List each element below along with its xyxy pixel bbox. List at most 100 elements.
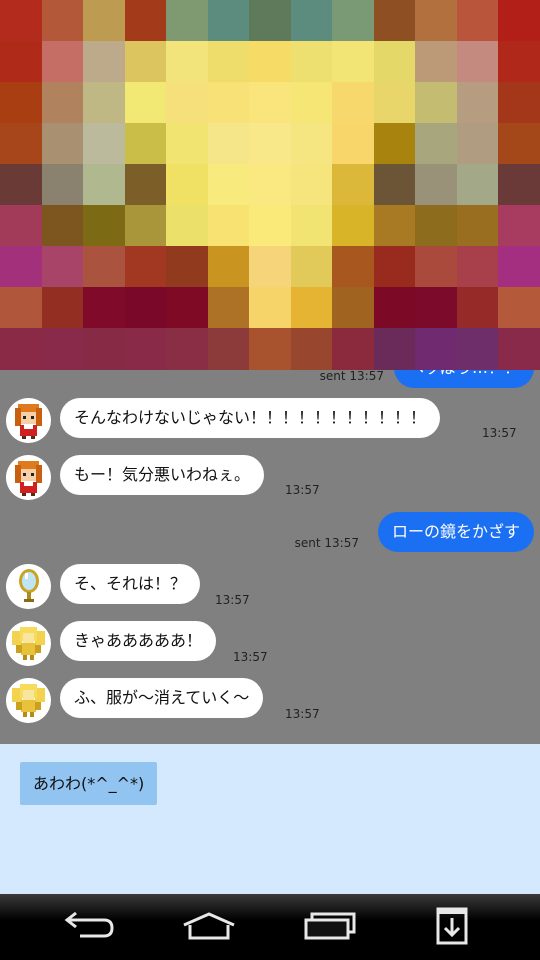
mosaic-tile	[456, 205, 499, 247]
mosaic-tile	[456, 328, 499, 370]
mosaic-tile	[373, 82, 416, 124]
mosaic-tile	[41, 205, 84, 247]
mosaic-tile	[41, 41, 84, 83]
mosaic-tile	[456, 123, 499, 165]
girl-avatar-icon[interactable]	[6, 398, 51, 443]
mosaic-tile	[290, 205, 333, 247]
sent-timestamp: sent 13:57	[319, 369, 384, 383]
home-button[interactable]	[179, 906, 239, 946]
sent-timestamp: sent 13:57	[294, 536, 359, 550]
message-timestamp: 13:57	[482, 426, 517, 440]
download-icon	[436, 907, 468, 945]
mosaic-tile	[249, 287, 292, 329]
message-bubble-out[interactable]: ローの鏡をかざす	[377, 512, 534, 552]
mosaic-tile	[332, 246, 375, 288]
mosaic-tile	[498, 287, 540, 329]
message-bubble-in[interactable]: そんなわけないじゃない！！！！！！！！！！！	[60, 398, 441, 438]
mosaic-tile	[41, 164, 84, 206]
mosaic-tile	[41, 328, 84, 370]
mosaic-tile	[207, 287, 250, 329]
mosaic-tile	[0, 82, 43, 124]
message-bubble-in[interactable]: もー！気分悪いわねぇ。	[60, 455, 265, 495]
mosaic-tile	[166, 328, 209, 370]
message-row-in: そ、それは！？ 13:57	[0, 564, 540, 609]
mosaic-tile	[498, 0, 540, 42]
mosaic-tile	[415, 41, 458, 83]
mosaic-tile	[332, 328, 375, 370]
mosaic-tile	[415, 82, 458, 124]
mosaic-tile	[124, 0, 167, 42]
mosaic-tile	[83, 123, 126, 165]
mosaic-tile	[290, 328, 333, 370]
mosaic-tile	[83, 287, 126, 329]
message-row-in: きゃあああああ！ 13:57	[0, 621, 540, 666]
mosaic-tile	[332, 82, 375, 124]
mosaic-tile	[166, 246, 209, 288]
mosaic-tile	[332, 0, 375, 42]
mosaic-tile	[0, 287, 43, 329]
mosaic-tile	[166, 82, 209, 124]
mosaic-tile	[332, 205, 375, 247]
mosaic-tile	[83, 328, 126, 370]
download-button[interactable]	[422, 906, 482, 946]
mosaic-tile	[249, 82, 292, 124]
mosaic-tile	[83, 205, 126, 247]
mosaic-tile	[415, 0, 458, 42]
mosaic-tile	[249, 123, 292, 165]
mosaic-tile	[498, 41, 540, 83]
mosaic-tile	[290, 0, 333, 42]
mosaic-tile	[373, 287, 416, 329]
mosaic-tile	[249, 328, 292, 370]
mosaic-tile	[0, 123, 43, 165]
mosaic-tile	[124, 164, 167, 206]
message-timestamp: 13:57	[233, 650, 268, 664]
mosaic-tile	[373, 164, 416, 206]
quick-reply-button[interactable]: あわわ(*^_^*)	[20, 762, 158, 805]
mosaic-tile	[83, 41, 126, 83]
mosaic-tile	[415, 205, 458, 247]
mosaic-tile	[456, 246, 499, 288]
back-button[interactable]	[58, 906, 118, 946]
mosaic-tile	[166, 205, 209, 247]
mosaic-tile	[332, 41, 375, 83]
mosaic-tile	[83, 82, 126, 124]
message-bubble-in[interactable]: そ、それは！？	[60, 564, 201, 604]
message-timestamp: 13:57	[285, 483, 320, 497]
mosaic-tile	[83, 0, 126, 42]
message-bubble-in[interactable]: きゃあああああ！	[60, 621, 217, 661]
mosaic-tile	[498, 328, 540, 370]
mosaic-tile	[456, 82, 499, 124]
mosaic-tile	[415, 123, 458, 165]
mosaic-tile	[41, 82, 84, 124]
message-bubble-in[interactable]: ふ、服が〜消えていく〜	[60, 678, 264, 718]
mosaic-tile	[41, 123, 84, 165]
mosaic-tile	[124, 246, 167, 288]
mosaic-tile	[207, 82, 250, 124]
message-row-in: もー！気分悪いわねぇ。 13:57	[0, 455, 540, 500]
mosaic-tile	[373, 205, 416, 247]
message-row-out: ローの鏡をかざす sent 13:57	[0, 512, 540, 552]
mosaic-tile	[415, 246, 458, 288]
message-row-in: ふ、服が〜消えていく〜 13:57	[0, 678, 540, 723]
message-timestamp: 13:57	[215, 593, 250, 607]
chat-screen: { "messages": [ {"side": "out", "text": …	[0, 0, 540, 960]
mosaic-tile	[249, 41, 292, 83]
mosaic-tile	[415, 328, 458, 370]
recent-apps-icon	[304, 912, 356, 940]
mosaic-tile	[498, 246, 540, 288]
mosaic-tile	[166, 0, 209, 42]
mosaic-tile	[124, 328, 167, 370]
mosaic-tile	[124, 123, 167, 165]
mosaic-tile	[124, 41, 167, 83]
recent-apps-button[interactable]	[300, 906, 360, 946]
mosaic-tile	[456, 287, 499, 329]
fairy-avatar-icon[interactable]	[6, 678, 51, 723]
mosaic-tile	[41, 287, 84, 329]
reply-panel: あわわ(*^_^*)	[0, 744, 540, 894]
girl-avatar-icon[interactable]	[6, 455, 51, 500]
mosaic-tile	[332, 123, 375, 165]
mosaic-tile	[332, 287, 375, 329]
mirror-avatar-icon[interactable]	[6, 564, 51, 609]
mosaic-tile	[207, 123, 250, 165]
fairy-avatar-icon[interactable]	[6, 621, 51, 666]
